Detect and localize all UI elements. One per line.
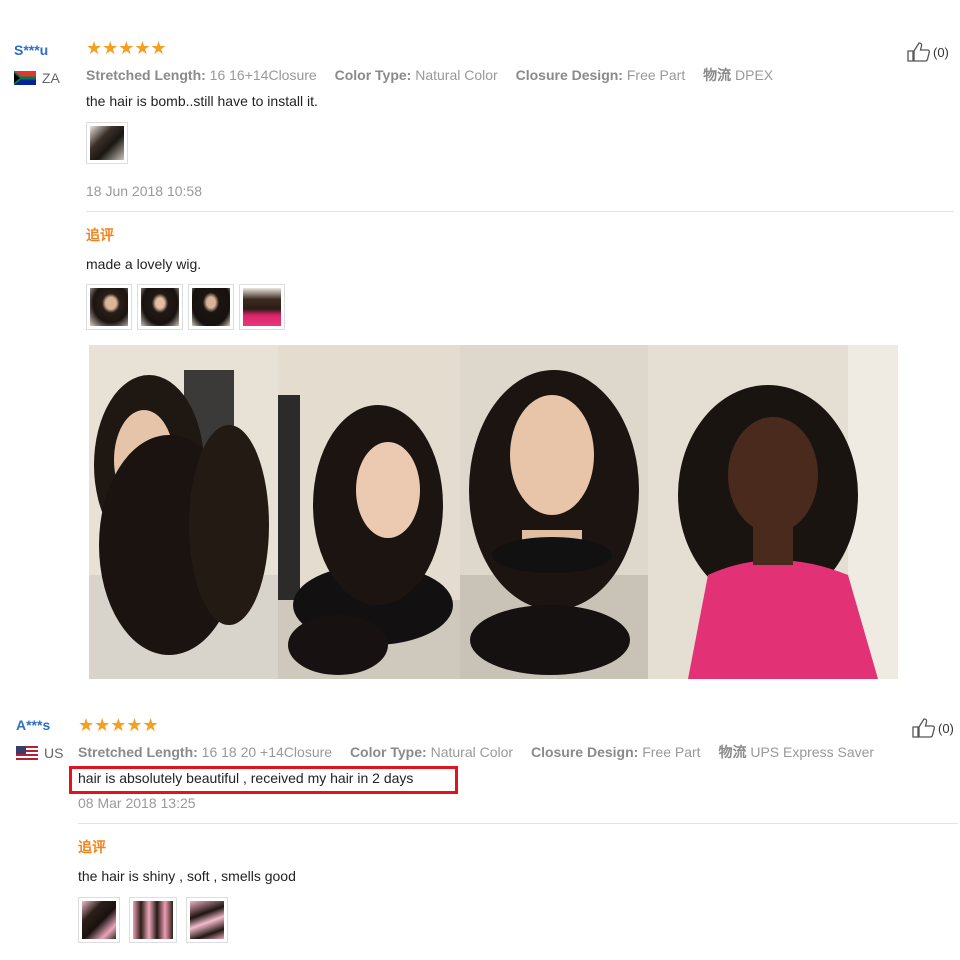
product-attributes: Stretched Length: 16 16+14Closure Color … xyxy=(86,65,787,85)
followup-photo-thumb[interactable] xyxy=(186,897,228,943)
review-photo-large[interactable] xyxy=(648,345,898,679)
country-code: US xyxy=(44,745,64,761)
attr-key: Stretched Length: xyxy=(78,744,198,760)
followup-photo-thumb[interactable] xyxy=(239,284,285,330)
reviewer-country: ZA xyxy=(14,70,60,86)
attr-value: DPEX xyxy=(735,67,774,83)
us-flag-icon xyxy=(16,746,38,760)
review-text: hair is absolutely beautiful , received … xyxy=(78,770,414,786)
like-count: (0) xyxy=(938,720,954,736)
attr-value: 16 16+14Closure xyxy=(209,67,317,83)
attr-key: 物流 xyxy=(718,744,747,760)
review-photo-large[interactable] xyxy=(460,345,648,679)
like-count: (0) xyxy=(933,44,949,60)
attr-value: UPS Express Saver xyxy=(750,744,875,760)
attr-value: Free Part xyxy=(642,744,701,760)
reviewer-name[interactable]: S***u xyxy=(14,42,48,58)
attr-key: Closure Design: xyxy=(530,744,639,760)
divider xyxy=(78,823,958,824)
star-rating: ★★★★★ xyxy=(86,38,167,58)
attr-value: Free Part xyxy=(626,67,686,83)
country-code: ZA xyxy=(42,70,60,86)
like-button[interactable]: (0) xyxy=(907,42,949,62)
followup-text: the hair is shiny , soft , smells good xyxy=(78,868,296,884)
star-rating: ★★★★★ xyxy=(78,715,159,735)
za-flag-icon xyxy=(14,71,36,85)
review-photo-large[interactable] xyxy=(89,345,278,679)
reviewer-name[interactable]: A***s xyxy=(16,717,50,733)
followup-label: 追评 xyxy=(78,839,106,855)
attr-value: 16 18 20 +14Closure xyxy=(201,744,333,760)
followup-photo-thumb[interactable] xyxy=(129,897,177,943)
like-button[interactable]: (0) xyxy=(912,718,954,738)
review-date: 18 Jun 2018 10:58 xyxy=(86,183,202,199)
review-date: 08 Mar 2018 13:25 xyxy=(78,795,196,811)
reviewer-country: US xyxy=(16,745,63,761)
attr-key: Closure Design: xyxy=(515,67,623,83)
review-photo-thumb[interactable] xyxy=(86,122,128,164)
attr-key: Color Type: xyxy=(349,744,427,760)
followup-label: 追评 xyxy=(86,227,114,243)
followup-photo-thumb[interactable] xyxy=(78,897,120,943)
product-attributes: Stretched Length: 16 18 20 +14Closure Co… xyxy=(78,742,888,762)
thumbs-up-icon xyxy=(907,42,930,62)
review-photo-large[interactable] xyxy=(278,345,460,679)
review-text: the hair is bomb..still have to install … xyxy=(86,93,318,109)
followup-photo-thumb[interactable] xyxy=(188,284,234,330)
attr-key: Stretched Length: xyxy=(86,67,206,83)
followup-text: made a lovely wig. xyxy=(86,256,202,272)
divider xyxy=(86,211,954,212)
followup-photo-thumb[interactable] xyxy=(86,284,132,330)
attr-value: Natural Color xyxy=(415,67,498,83)
attr-key: Color Type: xyxy=(334,67,412,83)
attr-value: Natural Color xyxy=(430,744,514,760)
followup-photo-thumb[interactable] xyxy=(137,284,183,330)
thumbs-up-icon xyxy=(912,718,935,738)
attr-key: 物流 xyxy=(703,67,732,83)
